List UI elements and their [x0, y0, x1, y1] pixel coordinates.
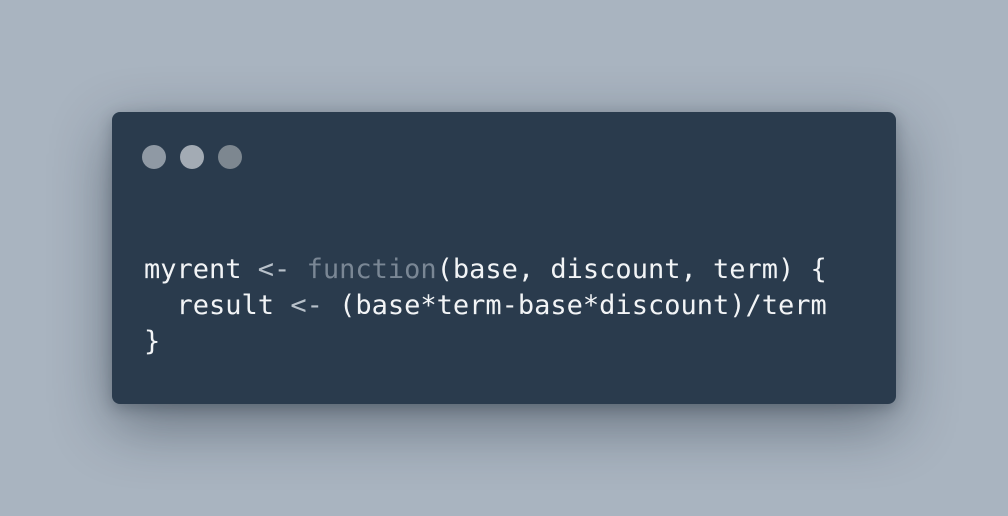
- code-line-2: result <- (base*term-base*discount)/term: [144, 290, 827, 321]
- window-controls: [142, 145, 242, 169]
- code-line-3: }: [144, 326, 160, 357]
- minimize-dot-icon[interactable]: [180, 145, 204, 169]
- assignment-operator: <-: [274, 290, 340, 321]
- closing-brace: }: [144, 326, 161, 357]
- close-dot-icon[interactable]: [142, 145, 166, 169]
- function-signature: (base, discount, term) {: [436, 254, 827, 285]
- maximize-dot-icon[interactable]: [218, 145, 242, 169]
- assignment-operator: <-: [241, 254, 307, 285]
- result-variable: result: [176, 290, 275, 321]
- code-window: myrent <- function(base, discount, term)…: [112, 112, 896, 404]
- result-expression: (base*term-base*discount)/term: [339, 290, 827, 321]
- function-keyword: function: [306, 254, 437, 285]
- code-line-1: myrent <- function(base, discount, term)…: [144, 254, 827, 285]
- function-name: myrent: [144, 254, 242, 285]
- code-block: myrent <- function(base, discount, term)…: [144, 252, 827, 360]
